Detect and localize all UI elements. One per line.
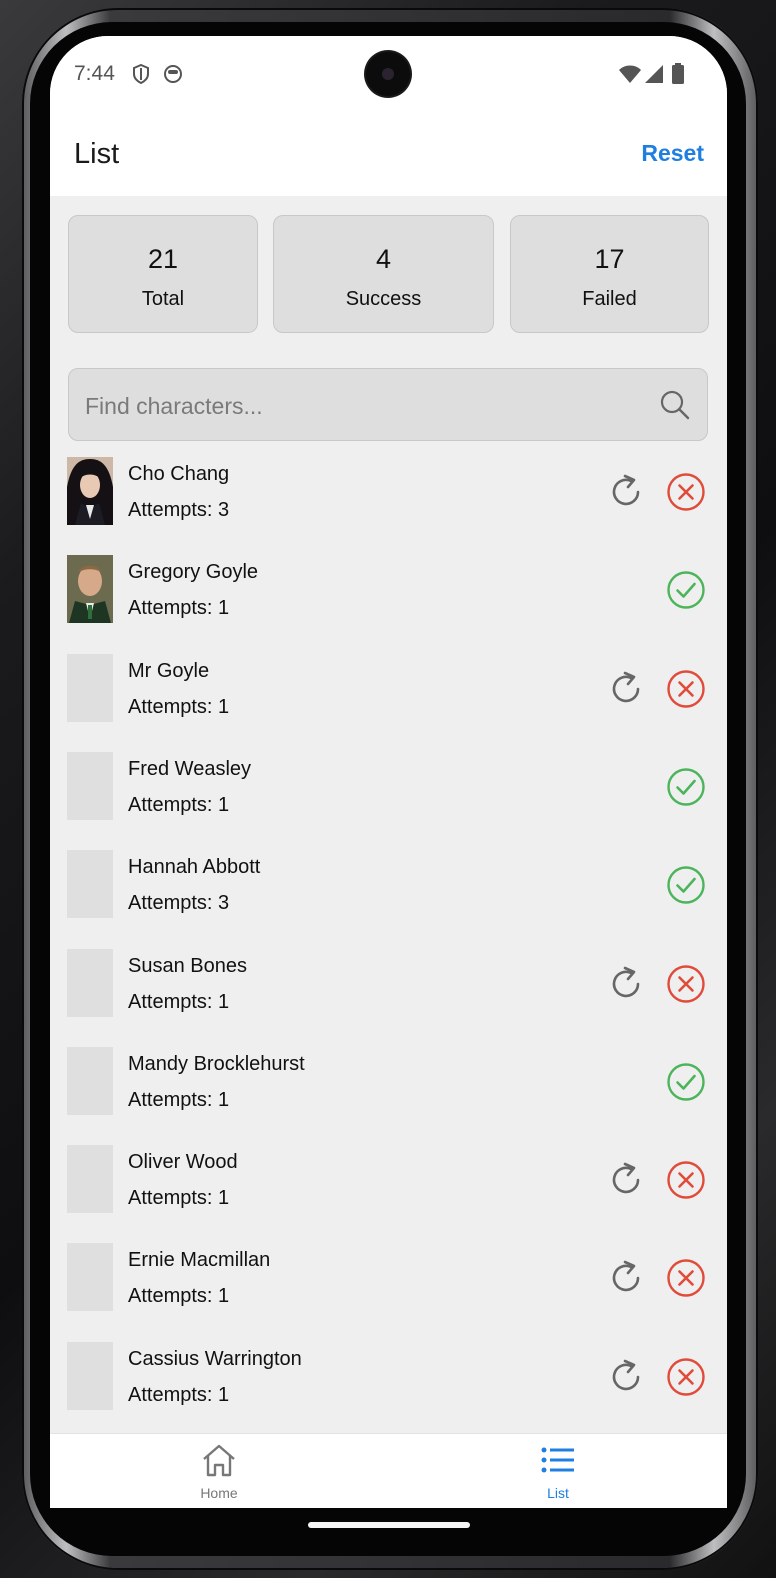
home-icon xyxy=(200,1444,238,1482)
list-item[interactable]: Hannah Abbott Attempts: 3 xyxy=(50,850,727,948)
character-photo xyxy=(67,457,113,525)
list-item[interactable]: Fred Weasley Attempts: 1 xyxy=(50,751,727,850)
shield-icon xyxy=(132,63,150,89)
app-bar: List Reset xyxy=(50,112,727,196)
success-check-icon[interactable] xyxy=(666,570,706,615)
character-name: Cho Chang xyxy=(128,463,230,485)
character-attempts: Attempts: 1 xyxy=(128,695,230,718)
stat-success-label: Success xyxy=(345,288,422,310)
character-attempts: Attempts: 1 xyxy=(128,1088,230,1111)
retry-icon[interactable] xyxy=(607,1258,647,1303)
signal-icon xyxy=(644,64,664,89)
list-icon xyxy=(539,1447,577,1482)
character-photo-placeholder xyxy=(67,751,113,820)
list-item[interactable]: Oliver Wood Attempts: 1 xyxy=(50,1145,727,1243)
character-photo-placeholder xyxy=(67,1046,113,1115)
retry-icon[interactable] xyxy=(607,472,647,517)
character-photo-placeholder xyxy=(67,1341,113,1410)
character-photo-placeholder xyxy=(67,850,113,919)
home-indicator[interactable] xyxy=(308,1522,470,1528)
character-attempts: Attempts: 1 xyxy=(128,1285,230,1308)
stat-card-success: 4 Success xyxy=(273,215,494,333)
character-name: Ernie Macmillan xyxy=(128,1249,271,1272)
failed-x-icon[interactable] xyxy=(666,1160,706,1205)
character-photo-placeholder xyxy=(67,948,113,1017)
retry-icon[interactable] xyxy=(607,1160,647,1205)
tab-home[interactable]: Home xyxy=(159,1442,279,1501)
character-name: Gregory Goyle xyxy=(128,561,259,584)
character-attempts: Attempts: 1 xyxy=(128,990,230,1013)
success-check-icon[interactable] xyxy=(666,1062,706,1107)
list-item[interactable]: Mr Goyle Attempts: 1 xyxy=(50,653,727,752)
stat-total-value: 21 xyxy=(147,244,179,274)
list-item[interactable]: Ernie Macmillan Attempts: 1 xyxy=(50,1243,727,1341)
failed-x-icon[interactable] xyxy=(666,472,706,517)
failed-x-icon[interactable] xyxy=(666,669,706,714)
character-attempts: Attempts: 1 xyxy=(128,1187,230,1210)
character-photo-placeholder xyxy=(67,653,113,722)
bottom-tab-bar: Home List xyxy=(50,1433,727,1508)
retry-icon[interactable] xyxy=(607,669,647,714)
failed-x-icon[interactable] xyxy=(666,1357,706,1402)
status-bar: 7:44 xyxy=(50,36,727,112)
character-photo xyxy=(67,555,113,624)
stat-success-value: 4 xyxy=(375,244,392,274)
search-icon[interactable] xyxy=(659,389,691,426)
battery-icon xyxy=(672,63,684,89)
retry-icon[interactable] xyxy=(607,964,647,1009)
character-name: Hannah Abbott xyxy=(128,856,261,879)
app-screen: 7:44 List Reset 21 Total 4 Success 17 Fa… xyxy=(50,36,727,1508)
tab-list[interactable]: List xyxy=(498,1442,618,1501)
stat-card-failed: 17 Failed xyxy=(510,215,709,333)
stat-failed-label: Failed xyxy=(582,288,637,310)
stat-failed-value: 17 xyxy=(594,244,625,274)
character-photo-placeholder xyxy=(67,1145,113,1214)
failed-x-icon[interactable] xyxy=(666,964,706,1009)
list-item[interactable]: Gregory Goyle Attempts: 1 xyxy=(50,555,727,653)
success-check-icon[interactable] xyxy=(666,865,706,910)
list-item[interactable]: Mandy Brocklehurst Attempts: 1 xyxy=(50,1046,727,1145)
front-camera xyxy=(366,52,410,96)
character-attempts: Attempts: 1 xyxy=(128,597,230,620)
face-icon xyxy=(163,64,183,89)
character-name: Cassius Warrington xyxy=(128,1347,302,1370)
character-attempts: Attempts: 1 xyxy=(128,1383,230,1406)
character-photo-placeholder xyxy=(67,1243,113,1312)
failed-x-icon[interactable] xyxy=(666,1258,706,1303)
status-time: 7:44 xyxy=(74,62,115,85)
character-name: Mr Goyle xyxy=(128,659,210,682)
character-attempts: Attempts: 3 xyxy=(128,499,230,521)
stat-total-label: Total xyxy=(141,288,185,310)
stat-card-total: 21 Total xyxy=(68,215,258,333)
character-name: Oliver Wood xyxy=(128,1151,238,1174)
search-bar xyxy=(68,368,708,441)
character-name: Susan Bones xyxy=(128,954,247,977)
tab-home-label: Home xyxy=(200,1485,238,1501)
success-check-icon[interactable] xyxy=(666,767,706,812)
character-name: Fred Weasley xyxy=(128,757,252,780)
list-item[interactable]: Cassius Warrington Attempts: 1 xyxy=(50,1341,727,1440)
wifi-icon xyxy=(618,64,642,89)
reset-button[interactable]: Reset xyxy=(641,140,704,167)
list-item[interactable]: Cho Chang Attempts: 3 xyxy=(50,457,727,555)
character-name: Mandy Brocklehurst xyxy=(128,1052,305,1075)
character-attempts: Attempts: 1 xyxy=(128,793,230,816)
character-attempts: Attempts: 3 xyxy=(128,892,230,915)
tab-list-label: List xyxy=(547,1485,569,1501)
retry-icon[interactable] xyxy=(607,1357,647,1402)
search-input[interactable] xyxy=(83,385,647,427)
list-item[interactable]: Susan Bones Attempts: 1 xyxy=(50,948,727,1047)
page-title: List xyxy=(74,138,120,170)
